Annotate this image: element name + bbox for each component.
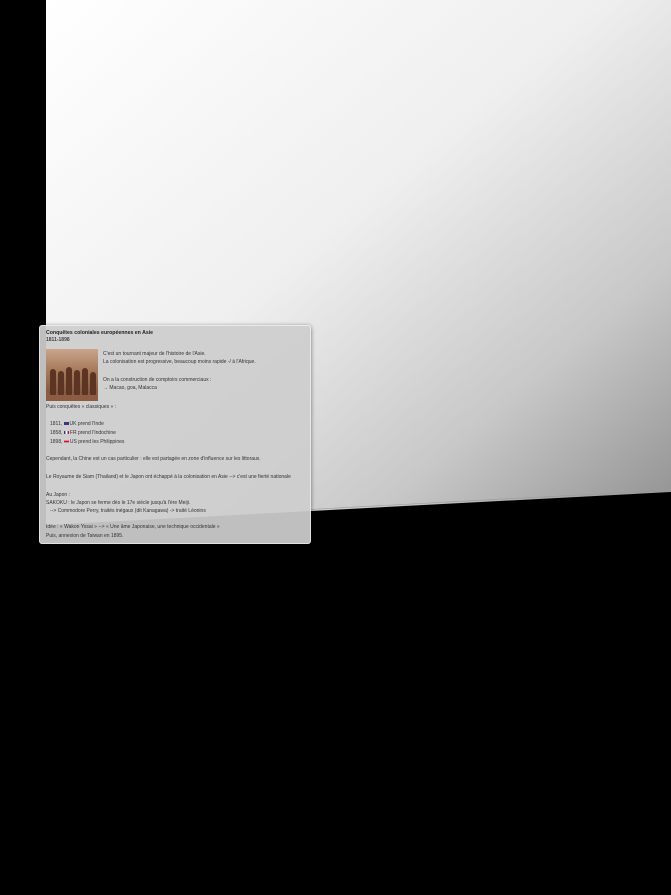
intro-line: → Macao, goa, Malacca xyxy=(103,385,157,391)
card-dates: 1811-1898 xyxy=(46,337,70,343)
siam-text: Le Royaume de Siam (Thailand) et le Japo… xyxy=(46,474,291,480)
fr-flag-icon xyxy=(63,430,69,435)
historical-photo-icon xyxy=(46,349,98,401)
conquest-row: 1858, FR prend l'Indochine xyxy=(50,430,116,436)
taiwan-text: Puis, annexion de Taiwan en 1895. xyxy=(46,533,124,539)
classic-heading: Puis conquêtes « classiques » : xyxy=(46,404,117,410)
conquest-row: 1811, UK prend l'Inde xyxy=(50,421,104,427)
intro-line: On a la construction de comptoirs commer… xyxy=(103,377,212,383)
us-flag-icon xyxy=(63,439,69,444)
china-text: Cependant, la Chine est un cas particuli… xyxy=(46,456,261,462)
info-popup-card[interactable]: Conquêtes coloniales européennes en Asie… xyxy=(39,325,311,544)
sakoku-text: SAKOKU : le Japon se ferme dès le 17e si… xyxy=(46,500,191,506)
perry-text: --> Commodore Perry, traités inégaux (di… xyxy=(50,508,206,514)
conquest-row: 1898, US prend les Philippines xyxy=(50,439,125,445)
card-title: Conquêtes coloniales européennes en Asie xyxy=(46,330,154,336)
intro-line: La colonisation est progressive, beaucou… xyxy=(103,359,256,365)
intro-line: C'est un tournant majeur de l'histoire d… xyxy=(103,351,206,357)
uk-flag-icon xyxy=(63,421,69,426)
japan-heading: Au Japon : xyxy=(46,492,70,498)
wakon-text: Idée : « Wakon Yosai » --> « Une âme Jap… xyxy=(46,524,220,530)
